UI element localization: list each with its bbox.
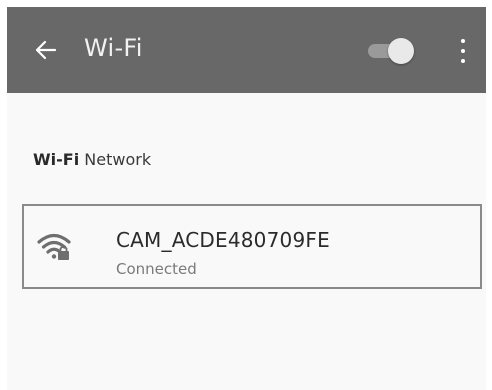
network-name: CAM_ACDE480709FE [116,228,330,252]
wifi-settings-screen: Wi-Fi Wi-Fi Network CAM_ACDE480709FE Con… [7,7,486,390]
switch-thumb [388,38,414,64]
network-status: Connected [116,260,197,278]
more-vert-icon[interactable] [453,37,473,65]
section-heading-suffix: Network [84,150,152,169]
wifi-toggle-switch[interactable] [366,37,420,65]
section-heading-prefix: Wi-Fi [33,150,80,169]
wifi-locked-icon [37,233,71,260]
page-title: Wi-Fi [84,34,143,62]
section-heading: Wi-Fi Network [33,150,151,169]
app-bar: Wi-Fi [7,7,486,93]
back-arrow-icon[interactable] [33,37,59,63]
network-list-item[interactable]: CAM_ACDE480709FE Connected [22,204,482,289]
